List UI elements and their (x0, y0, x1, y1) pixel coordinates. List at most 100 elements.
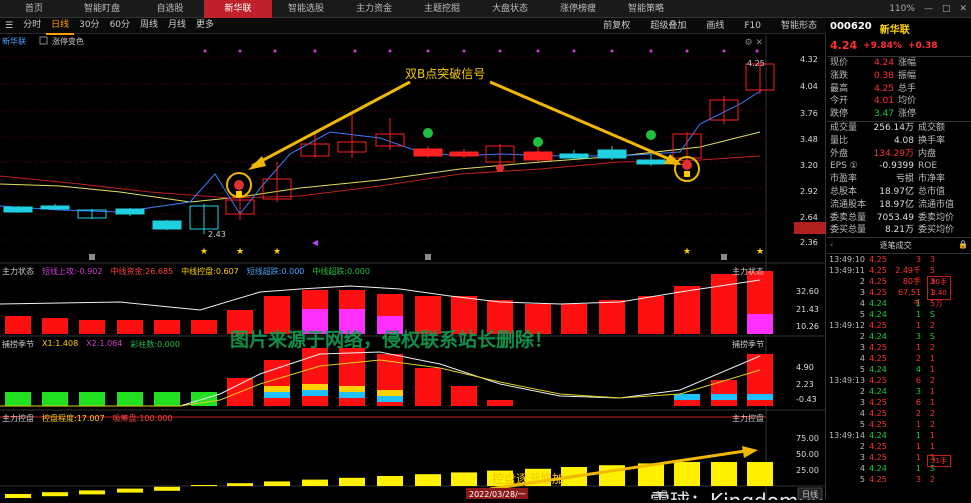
toolbar-button-1[interactable]: 超级叠加 (645, 18, 691, 34)
close-button[interactable]: ✕ (959, 4, 967, 14)
quote-value: 0.38 (873, 70, 894, 81)
panel1-name: 主力状态 (2, 267, 34, 276)
tab-6[interactable]: 主题挖掘 (408, 0, 476, 18)
tab-7[interactable]: 大盘状态 (476, 0, 544, 18)
signal-dot (238, 49, 242, 53)
panel2-tick: 4.90 (796, 363, 814, 372)
tab-0[interactable]: 首页 (0, 0, 68, 18)
b-marker-box-1 (236, 191, 242, 197)
tick-time: 13:49:12 (829, 321, 865, 331)
tick-price: 4.24 (869, 387, 887, 397)
quote-row: 外盘 134.29万 内盘 (830, 148, 968, 161)
quote-label: EPS ① (830, 161, 858, 172)
period-tab-5[interactable]: 月线 (163, 17, 191, 35)
quote-row: 成交量 256.14万 成交额 (830, 122, 968, 135)
tab-4[interactable]: 智能选股 (272, 0, 340, 18)
quote-label: 成交额 (918, 122, 946, 133)
tab-8[interactable]: 涨停榜瘦 (544, 0, 612, 18)
quote-label: 委卖均价 (918, 212, 955, 223)
quote-value: 134.29万 (873, 148, 915, 159)
s-marker-3 (646, 130, 656, 140)
tick-time: 3 (859, 343, 865, 353)
indicator-toggle-icon[interactable] (39, 36, 48, 45)
tick-row: 5 4.24 4 1 (829, 364, 969, 375)
tick-side: 1 (929, 365, 935, 375)
quote-row: 量比 4.08 换手率 (830, 135, 968, 148)
tick-row: 2 4.24 3 1 (829, 386, 969, 397)
quote-value: 7053.49 (876, 212, 914, 223)
panel2-item-3: 彩柱数:0.000 (130, 340, 180, 349)
price-tick: 2.36 (800, 238, 818, 247)
toolbar-button-0[interactable]: 前复权 (598, 18, 635, 34)
annotation-arrow-left (251, 80, 411, 168)
period-tab-0[interactable]: 分时 (18, 17, 46, 35)
tick-volume: 6 (915, 376, 921, 386)
panel1-bar (42, 318, 68, 334)
period-tab-3[interactable]: 60分 (105, 17, 135, 35)
indicator-label: 涨停变色 (52, 36, 84, 46)
maximize-button[interactable]: □ (942, 4, 951, 14)
quote-label: 委买总量 (830, 225, 867, 236)
tick-time: 2 (859, 332, 865, 342)
panel2-bar-red (451, 386, 477, 406)
panel1-item-2: 中线资金:26.685 (110, 267, 174, 276)
lock-icon[interactable]: 🔒 (958, 240, 968, 251)
candle-body (115, 208, 145, 215)
panel1-bar (638, 296, 664, 334)
tick-price: 4.25 (869, 453, 887, 463)
signal-dot (610, 49, 614, 53)
panel1-bar (154, 320, 180, 334)
panel2-item-2: X2:1.064 (86, 339, 123, 348)
minimize-button[interactable]: — (924, 4, 933, 14)
tab-1[interactable]: 智能盯盘 (68, 0, 136, 18)
panel2-band (302, 390, 328, 396)
price-tick: 2.92 (800, 187, 818, 196)
panel2-band (747, 394, 773, 400)
collapse-icon[interactable]: ‹ (830, 240, 833, 251)
panel3-bar (42, 492, 68, 497)
signal-dot (649, 49, 653, 53)
panel3-name: 主力控盘 (2, 414, 34, 423)
date-label: 2022/03/28/一 (469, 490, 526, 499)
quote-label: 委卖总量 (830, 212, 867, 223)
tick-side: 5 (929, 266, 935, 276)
tick-row: 5 4.25 1 2 (829, 419, 969, 430)
toolbar-button-2[interactable]: 画线 (701, 18, 729, 34)
tick-row: 13:49:12 4.25 1 2 (829, 320, 969, 331)
toolbar-button-3[interactable]: F10 (739, 18, 766, 34)
tick-row: 13:49:14 4.24 1 1 (829, 430, 969, 441)
period-tab-2[interactable]: 30分 (74, 17, 104, 35)
tick-time: 2 (859, 277, 865, 287)
list-icon[interactable]: ☰ (0, 18, 18, 34)
period-button[interactable]: 日线 (802, 489, 818, 499)
period-tab-1[interactable]: 日线 (46, 17, 75, 35)
panel2-bar-red (415, 368, 441, 406)
quote-label: 总股本 (830, 186, 858, 197)
period-tab-4[interactable]: 周线 (135, 17, 163, 35)
panel3-bar (377, 476, 403, 486)
stock-code: 000620 (830, 21, 872, 32)
panel1-item-1: 短线上攻:-0.902 (42, 267, 103, 276)
tab-5[interactable]: 主力资金 (340, 0, 408, 18)
tab-2[interactable]: 自选股 (136, 0, 204, 18)
tick-volume: 1 (915, 431, 921, 441)
quote-value: 256.14万 (873, 122, 915, 133)
tick-volume: 1 (915, 321, 921, 331)
toolbar-button-4[interactable]: 智能形态 (776, 18, 822, 34)
panel2-name-right: 捕捞季节 (732, 340, 764, 349)
candlesticks (3, 62, 775, 234)
period-tab-6[interactable]: 更多 (191, 17, 219, 35)
toolbar-right: 前复权 超级叠加 画线 F10 智能形态 (598, 18, 822, 34)
quote-value: 4.25 (873, 83, 894, 94)
tick-row: 5 4.24 1 S (829, 309, 969, 320)
quote-row: 现价 4.24 涨幅 (830, 57, 968, 70)
kline-chart-area[interactable]: 新华联 涨停变色 ⚙ ✕ 双B点突破信号 4.25 2.43 ★ ★ ★ ★ ★ (0, 34, 837, 503)
tab-9[interactable]: 智能策略 (612, 0, 680, 18)
chart-settings-icon[interactable]: ⚙ ✕ (745, 38, 763, 48)
panel3-bar (5, 494, 31, 498)
panel1-bar (674, 286, 700, 334)
signal-dot (755, 49, 759, 53)
b-marker-3 (496, 164, 504, 172)
tick-time: 13:49:10 (829, 255, 865, 265)
tab-3[interactable]: 新华联 (204, 0, 272, 18)
